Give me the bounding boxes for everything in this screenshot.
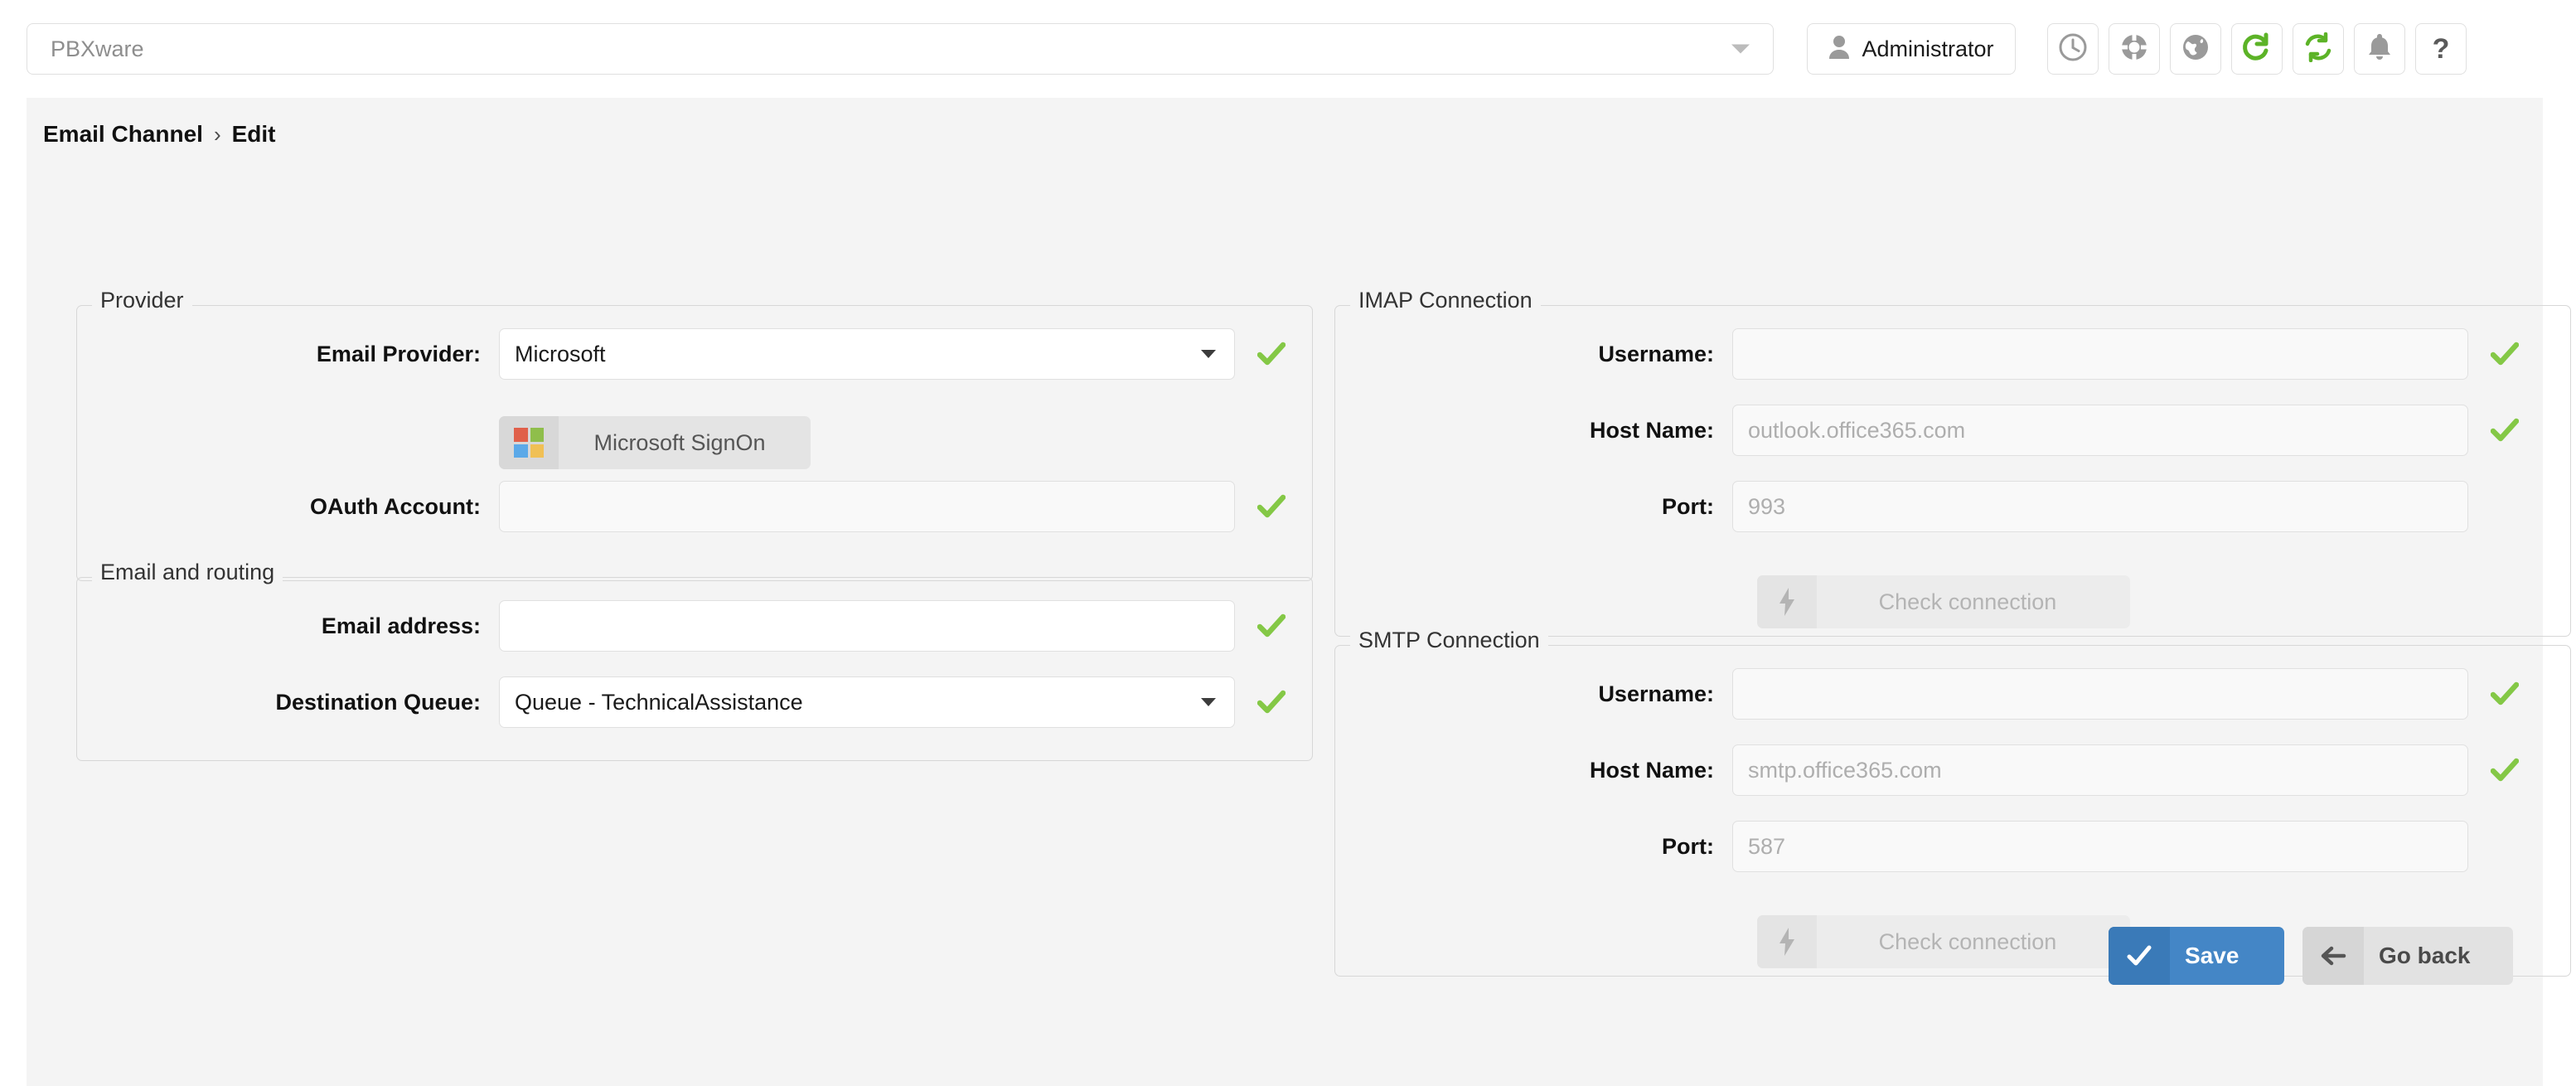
smtp-hostname-row: Host Name: smtp.office365.com xyxy=(1334,744,2520,796)
email-provider-row: Email Provider: Microsoft xyxy=(76,328,1286,380)
user-button[interactable]: Administrator xyxy=(1807,23,2016,75)
save-button-label: Save xyxy=(2185,943,2239,968)
server-selector-value: PBXware xyxy=(51,36,144,61)
imap-username-row: Username: xyxy=(1334,328,2520,380)
email-provider-valid-check xyxy=(1257,342,1286,366)
imap-hostname-label: Host Name: xyxy=(1589,417,1714,443)
reload-icon xyxy=(2242,32,2272,66)
smtp-port-input[interactable]: 587 xyxy=(1732,821,2468,872)
toolbar-icon-group: ? xyxy=(2047,23,2467,75)
imap-port-label: Port: xyxy=(1662,493,1714,519)
email-provider-select[interactable]: Microsoft xyxy=(499,328,1235,380)
microsoft-logo-icon xyxy=(499,416,559,469)
sync-button[interactable] xyxy=(2293,23,2344,75)
smtp-check-connection-label: Check connection xyxy=(1878,928,2057,954)
microsoft-signon-label: Microsoft SignOn xyxy=(593,429,766,455)
smtp-username-valid-check xyxy=(2490,681,2520,706)
bolt-icon xyxy=(1757,915,1817,968)
help-button[interactable]: ? xyxy=(2415,23,2467,75)
breadcrumb-current: Edit xyxy=(231,121,276,147)
smtp-username-label: Username: xyxy=(1598,681,1714,706)
server-selector[interactable]: PBXware xyxy=(27,23,1774,75)
notifications-button[interactable] xyxy=(2354,23,2405,75)
smtp-port-row: Port: 587 xyxy=(1334,821,2520,872)
smtp-check-connection-button[interactable]: Check connection xyxy=(1757,915,2130,968)
imap-port-row: Port: 993 xyxy=(1334,481,2520,532)
oauth-account-row: OAuth Account: xyxy=(76,481,1286,532)
imap-username-input[interactable] xyxy=(1732,328,2468,380)
form-actions: Save Go back xyxy=(2109,927,2513,985)
oauth-account-field[interactable] xyxy=(499,481,1235,532)
user-button-label: Administrator xyxy=(1862,36,1994,61)
chevron-down-icon xyxy=(1731,44,1750,54)
imap-legend: IMAP Connection xyxy=(1350,289,1541,312)
imap-username-label: Username: xyxy=(1598,341,1714,366)
routing-legend: Email and routing xyxy=(92,561,283,584)
email-address-input[interactable] xyxy=(499,600,1235,652)
arrow-left-icon xyxy=(2302,927,2364,985)
chevron-down-icon xyxy=(1201,698,1216,706)
imap-port-placeholder: 993 xyxy=(1748,493,1786,519)
email-provider-label: Email Provider: xyxy=(316,341,481,366)
provider-legend: Provider xyxy=(92,289,192,312)
microsoft-signon-button[interactable]: Microsoft SignOn xyxy=(499,416,811,469)
user-icon xyxy=(1828,35,1850,64)
smtp-hostname-label: Host Name: xyxy=(1589,757,1714,783)
go-back-button[interactable]: Go back xyxy=(2302,927,2513,985)
help-icon: ? xyxy=(2432,33,2450,65)
check-icon xyxy=(2109,927,2170,985)
imap-check-connection-button[interactable]: Check connection xyxy=(1757,575,2130,628)
smtp-username-row: Username: xyxy=(1334,668,2520,720)
support-button[interactable] xyxy=(2109,23,2160,75)
smtp-hostname-valid-check xyxy=(2490,758,2520,783)
page-content: Email Channel › Edit Provider Email Prov… xyxy=(27,98,2571,1086)
destination-queue-row: Destination Queue: Queue - TechnicalAssi… xyxy=(76,676,1286,728)
save-button[interactable]: Save xyxy=(2109,927,2284,985)
smtp-hostname-input[interactable]: smtp.office365.com xyxy=(1732,744,2468,796)
oauth-account-label: OAuth Account: xyxy=(310,493,481,519)
destination-queue-label: Destination Queue: xyxy=(275,689,481,715)
smtp-port-label: Port: xyxy=(1662,833,1714,859)
destination-queue-valid-check xyxy=(1257,690,1286,715)
imap-port-input[interactable]: 993 xyxy=(1732,481,2468,532)
chevron-down-icon xyxy=(1201,350,1216,358)
imap-hostname-valid-check xyxy=(2490,418,2520,443)
sync-icon xyxy=(2303,32,2333,66)
imap-username-valid-check xyxy=(2490,342,2520,366)
imap-check-connection-label: Check connection xyxy=(1878,589,2057,614)
locale-button[interactable] xyxy=(2170,23,2221,75)
email-address-row: Email address: xyxy=(76,600,1286,652)
clock-button[interactable] xyxy=(2047,23,2099,75)
chevron-right-icon: › xyxy=(213,121,221,147)
clock-icon xyxy=(2058,32,2088,66)
email-address-valid-check xyxy=(1257,613,1286,638)
imap-hostname-placeholder: outlook.office365.com xyxy=(1748,417,1966,443)
email-provider-value: Microsoft xyxy=(515,341,606,366)
smtp-username-input[interactable] xyxy=(1732,668,2468,720)
imap-hostname-row: Host Name: outlook.office365.com xyxy=(1334,405,2520,456)
bolt-icon xyxy=(1757,575,1817,628)
destination-queue-value: Queue - TechnicalAssistance xyxy=(515,689,803,715)
go-back-button-label: Go back xyxy=(2379,943,2471,968)
smtp-port-placeholder: 587 xyxy=(1748,833,1786,859)
breadcrumb-root[interactable]: Email Channel xyxy=(43,121,203,148)
globe-icon xyxy=(2181,32,2210,66)
email-address-label: Email address: xyxy=(321,613,481,638)
top-toolbar: PBXware Administrator ? xyxy=(0,0,2576,98)
bell-icon xyxy=(2365,32,2394,66)
smtp-hostname-placeholder: smtp.office365.com xyxy=(1748,757,1942,783)
smtp-legend: SMTP Connection xyxy=(1350,629,1548,652)
destination-queue-select[interactable]: Queue - TechnicalAssistance xyxy=(499,676,1235,728)
breadcrumb: Email Channel › Edit xyxy=(43,121,276,148)
lifebuoy-icon xyxy=(2119,32,2149,66)
reload-button[interactable] xyxy=(2231,23,2283,75)
imap-hostname-input[interactable]: outlook.office365.com xyxy=(1732,405,2468,456)
oauth-account-valid-check xyxy=(1257,494,1286,519)
